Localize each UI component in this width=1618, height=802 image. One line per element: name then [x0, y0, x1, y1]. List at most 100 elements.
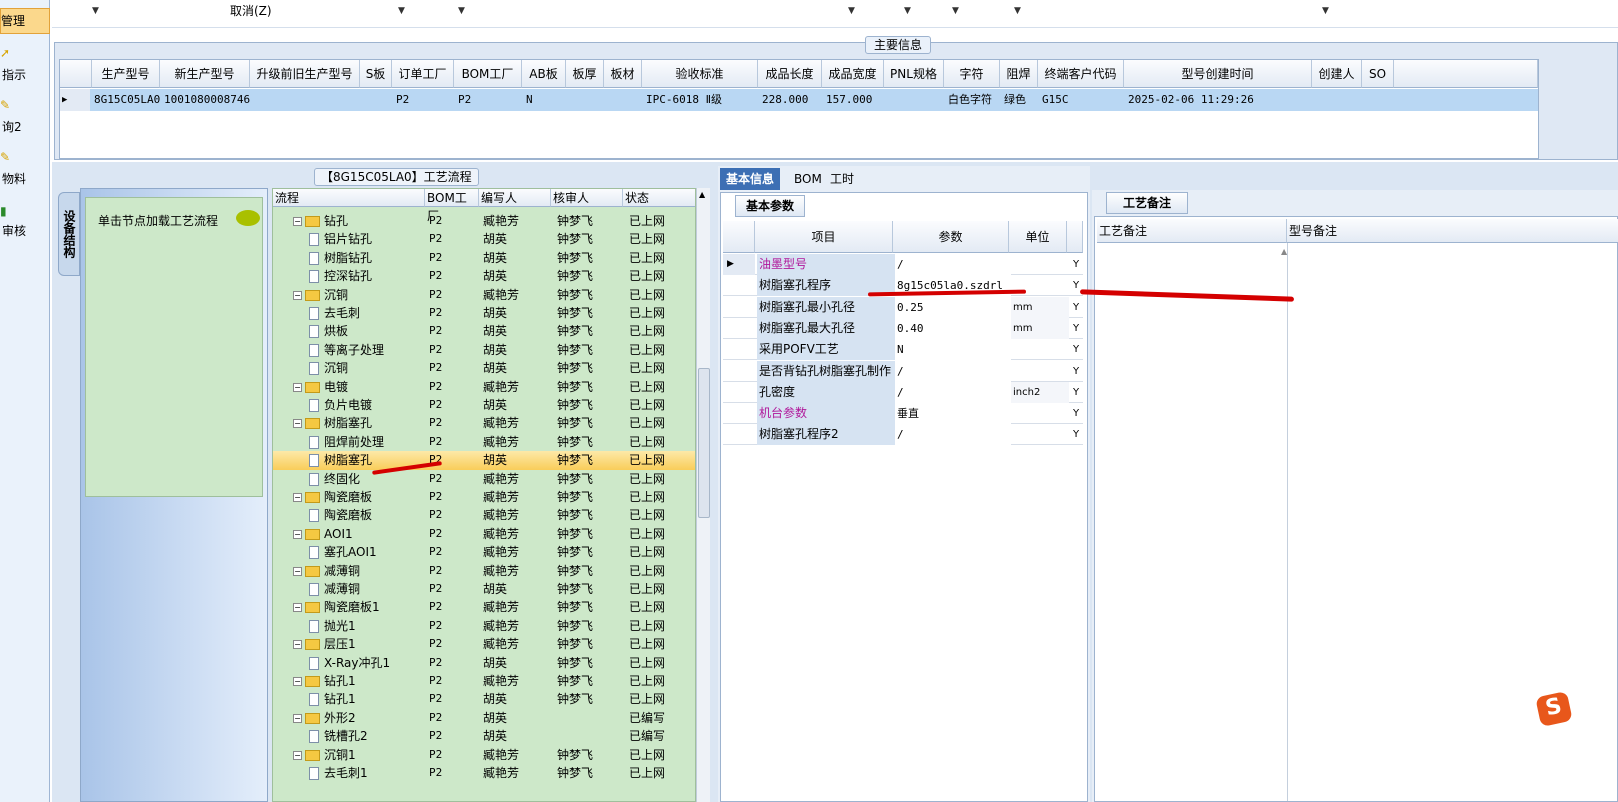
- col-header[interactable]: SO: [1362, 60, 1394, 88]
- tree-node[interactable]: 铣槽孔2: [309, 727, 368, 745]
- tree-node[interactable]: − 沉铜: [293, 286, 348, 304]
- param-col-header[interactable]: 单位: [1009, 221, 1067, 253]
- collapse-icon[interactable]: −: [293, 713, 302, 723]
- remarks-col-header[interactable]: 工艺备注: [1097, 219, 1287, 243]
- tree-row[interactable]: − 陶瓷磨板1 P2 臧艳芳 钟梦飞 已上网: [273, 598, 695, 616]
- tree-scrollbar[interactable]: ▲: [696, 188, 710, 802]
- cell-prod-model[interactable]: 8G15C05LA0: [90, 89, 160, 111]
- scrollbar-thumb[interactable]: [698, 368, 710, 518]
- cell-char[interactable]: 白色字符: [944, 89, 1000, 111]
- col-header[interactable]: 新生产型号: [160, 60, 250, 88]
- tree-row[interactable]: 树脂钻孔 P2 胡英 钟梦飞 已上网: [273, 249, 695, 267]
- param-row[interactable]: 树脂塞孔程序2/ Y: [723, 424, 1083, 446]
- cancel-button[interactable]: 取消(Z): [230, 2, 272, 19]
- param-value[interactable]: 0.25: [895, 296, 1011, 318]
- tree-node[interactable]: − 减薄铜: [293, 562, 360, 580]
- tree-row[interactable]: X-Ray冲孔1 P2 胡英 钟梦飞 已上网: [273, 654, 695, 672]
- col-header[interactable]: BOM工厂: [454, 60, 522, 88]
- left-nav-item[interactable]: 物料: [2, 170, 26, 187]
- tree-node[interactable]: 树脂钻孔: [309, 249, 372, 267]
- dropdown-arrow-icon[interactable]: ▼: [1014, 6, 1021, 16]
- tree-row[interactable]: 去毛刺1 P2 臧艳芳 钟梦飞 已上网: [273, 764, 695, 782]
- collapse-icon[interactable]: −: [293, 419, 302, 429]
- tree-node[interactable]: 烘板: [309, 322, 348, 340]
- col-header[interactable]: 字符: [944, 60, 1000, 88]
- tree-node[interactable]: 阻焊前处理: [309, 433, 384, 451]
- cell-order-factory[interactable]: P2: [392, 89, 454, 111]
- cell-standard[interactable]: IPC-6018 Ⅱ级: [642, 89, 758, 111]
- tree-node[interactable]: X-Ray冲孔1: [309, 654, 390, 672]
- col-header[interactable]: 成品宽度: [822, 60, 884, 88]
- tree-node[interactable]: 减薄铜: [309, 580, 360, 598]
- param-col-header[interactable]: 参数: [893, 221, 1009, 253]
- param-value[interactable]: /: [895, 254, 1011, 275]
- tree-col-header[interactable]: 流程: [273, 189, 425, 207]
- tree-node[interactable]: 陶瓷磨板: [309, 506, 372, 524]
- left-nav-item[interactable]: 询2: [2, 118, 22, 135]
- tree-node[interactable]: − 陶瓷磨板1: [293, 598, 380, 616]
- dropdown-arrow-icon[interactable]: ▼: [398, 6, 405, 16]
- tree-row[interactable]: 抛光1 P2 臧艳芳 钟梦飞 已上网: [273, 617, 695, 635]
- tree-node[interactable]: 树脂塞孔: [309, 451, 372, 469]
- tree-node[interactable]: − 陶瓷磨板: [293, 488, 372, 506]
- tree-col-header[interactable]: BOM工厂: [425, 189, 479, 223]
- tree-row[interactable]: 减薄铜 P2 胡英 钟梦飞 已上网: [273, 580, 695, 598]
- tree-row[interactable]: − 沉铜 P2 臧艳芳 钟梦飞 已上网: [273, 286, 695, 304]
- tree-node[interactable]: − 沉铜1: [293, 746, 356, 764]
- param-row[interactable]: ▶ 油墨型号 / Y: [723, 254, 1083, 275]
- tree-node[interactable]: − AOI1: [293, 525, 353, 543]
- param-row[interactable]: 机台参数 垂直 Y: [723, 403, 1083, 425]
- tree-row[interactable]: 沉铜 P2 胡英 钟梦飞 已上网: [273, 359, 695, 377]
- col-header[interactable]: 成品长度: [758, 60, 822, 88]
- tab-bom[interactable]: BOM: [788, 168, 828, 190]
- col-header[interactable]: 订单工厂: [392, 60, 454, 88]
- tab-process-remarks[interactable]: 工艺备注: [1106, 192, 1189, 214]
- tree-row[interactable]: − 外形2 P2 胡英 已编写: [273, 709, 695, 727]
- dropdown-arrow-icon[interactable]: ▼: [458, 6, 465, 16]
- col-header[interactable]: 生产型号: [92, 60, 160, 88]
- tree-row[interactable]: 铝片钻孔 P2 胡英 钟梦飞 已上网: [273, 230, 695, 248]
- cell-new-model[interactable]: 10010800087461: [160, 89, 250, 111]
- param-row[interactable]: 是否背钻孔树脂塞孔制作 / Y: [723, 360, 1083, 382]
- param-value[interactable]: 垂直: [895, 403, 1011, 425]
- tree-row[interactable]: − 树脂塞孔 P2 臧艳芳 钟梦飞 已上网: [273, 414, 695, 432]
- tree-node[interactable]: − 树脂塞孔: [293, 414, 372, 432]
- dropdown-arrow-icon[interactable]: ▼: [904, 6, 911, 16]
- col-header[interactable]: PNL规格: [884, 60, 944, 88]
- dropdown-arrow-icon[interactable]: ▼: [92, 6, 99, 16]
- cell-ab-board[interactable]: N: [522, 89, 566, 111]
- tree-node[interactable]: 负片电镀: [309, 396, 372, 414]
- param-row[interactable]: 树脂塞孔最小孔径 0.25 mm Y: [723, 296, 1083, 318]
- param-row[interactable]: 孔密度 / inch2 Y: [723, 381, 1083, 403]
- tree-row[interactable]: 终固化 P2 臧艳芳 钟梦飞 已上网: [273, 470, 695, 488]
- load-hint-box[interactable]: 单击节点加载工艺流程: [85, 197, 263, 497]
- collapse-icon[interactable]: −: [293, 382, 302, 392]
- tree-node[interactable]: 终固化: [309, 470, 360, 488]
- cell-solder[interactable]: 绿色: [1000, 89, 1038, 111]
- tree-row[interactable]: 负片电镀 P2 胡英 钟梦飞 已上网: [273, 396, 695, 414]
- remarks-col-header[interactable]: 型号备注: [1287, 219, 1618, 243]
- tree-node[interactable]: − 钻孔1: [293, 672, 356, 690]
- left-nav-item[interactable]: 审核: [2, 222, 26, 239]
- tree-node[interactable]: 去毛刺1: [309, 764, 368, 782]
- tree-row[interactable]: 烘板 P2 胡英 钟梦飞 已上网: [273, 322, 695, 340]
- tree-node[interactable]: 沉铜: [309, 359, 348, 377]
- tree-node[interactable]: − 钻孔: [293, 212, 348, 230]
- param-row[interactable]: 采用POFV工艺 N Y: [723, 339, 1083, 361]
- tree-row[interactable]: 去毛刺 P2 胡英 钟梦飞 已上网: [273, 304, 695, 322]
- collapse-icon[interactable]: −: [293, 217, 302, 226]
- tree-row[interactable]: − 钻孔1 P2 臧艳芳 钟梦飞 已上网: [273, 672, 695, 690]
- collapse-icon[interactable]: −: [293, 566, 302, 576]
- tree-row[interactable]: − 陶瓷磨板 P2 臧艳芳 钟梦飞 已上网: [273, 488, 695, 506]
- col-header[interactable]: 型号创建时间: [1124, 60, 1312, 88]
- tab-work-hours[interactable]: 工时: [824, 168, 860, 190]
- param-value[interactable]: /: [895, 360, 1011, 382]
- cell-length[interactable]: 228.000: [758, 89, 822, 111]
- col-header[interactable]: 创建人: [1312, 60, 1362, 88]
- tree-node[interactable]: 控深钻孔: [309, 267, 372, 285]
- tree-row[interactable]: 控深钻孔 P2 胡英 钟梦飞 已上网: [273, 267, 695, 285]
- tree-col-header[interactable]: 编写人: [479, 189, 551, 207]
- dropdown-arrow-icon[interactable]: ▼: [1322, 6, 1329, 16]
- tree-row[interactable]: 阻焊前处理 P2 臧艳芳 钟梦飞 已上网: [273, 433, 695, 451]
- dropdown-arrow-icon[interactable]: ▼: [952, 6, 959, 16]
